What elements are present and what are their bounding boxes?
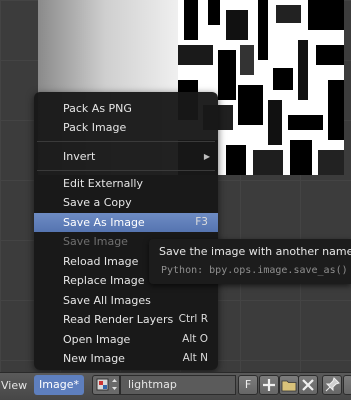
- menu-item-open-image[interactable]: Open Image Alt O: [34, 330, 218, 349]
- menu-item-edit-externally[interactable]: Edit Externally: [34, 174, 218, 193]
- menu-item-read-render-layers[interactable]: Read Render Layers Ctrl R: [34, 310, 218, 329]
- menu-item-pack-as-png[interactable]: Pack As PNG: [34, 99, 218, 118]
- menu-item-pack-image[interactable]: Pack Image: [34, 118, 218, 137]
- menu-image[interactable]: Image*: [34, 375, 84, 395]
- tooltip-description: Save the image with another name and/: [159, 245, 351, 258]
- menu-item-label: Reload Image: [63, 255, 139, 268]
- menu-item-label: New Image: [63, 352, 125, 365]
- menu-item-save-all-images[interactable]: Save All Images: [34, 291, 218, 310]
- menu-item-save-a-copy[interactable]: Save a Copy: [34, 193, 218, 212]
- unlink-image-button[interactable]: [298, 375, 318, 395]
- plus-icon: [263, 379, 275, 391]
- header-overflow-button[interactable]: [343, 375, 351, 395]
- menu-item-label: Read Render Layers: [63, 313, 174, 326]
- menu-item-shortcut: Ctrl R: [178, 313, 208, 325]
- image-context-menu: Pack As PNG Pack Image Invert ▶ Edit Exte…: [34, 92, 218, 370]
- menu-item-shortcut: Alt N: [182, 352, 208, 364]
- pin-icon: [325, 377, 340, 392]
- menu-item-label: Pack Image: [63, 121, 127, 134]
- menu-separator: [37, 141, 215, 142]
- image-browse-icon: [96, 378, 117, 391]
- image-editor-header: View Image* lightmap F: [0, 372, 351, 400]
- new-image-button[interactable]: [259, 375, 279, 395]
- menu-item-label: Replace Image: [63, 274, 145, 287]
- pin-button[interactable]: [322, 375, 342, 395]
- menu-item-shortcut: Alt O: [182, 333, 208, 345]
- menu-item-label: Pack As PNG: [63, 102, 132, 115]
- folder-icon: [281, 380, 297, 392]
- menu-item-save-as-image[interactable]: Save As Image F3: [34, 213, 218, 232]
- menu-item-label: Save Image: [63, 235, 128, 248]
- fake-user-button[interactable]: F: [238, 375, 258, 395]
- image-name-field[interactable]: lightmap: [120, 375, 236, 395]
- close-icon: [302, 379, 314, 391]
- menu-item-label: Edit Externally: [63, 177, 144, 190]
- menu-item-invert[interactable]: Invert ▶: [34, 147, 218, 166]
- menu-separator: [37, 170, 215, 171]
- menu-item-shortcut: F3: [195, 216, 208, 228]
- menu-item-new-image[interactable]: New Image Alt N: [34, 349, 218, 368]
- open-image-button[interactable]: [279, 375, 299, 395]
- menu-item-label: Invert: [63, 150, 96, 163]
- submenu-arrow-icon: ▶: [203, 152, 210, 161]
- image-browse-button[interactable]: [92, 375, 120, 395]
- menu-item-label: Save As Image: [63, 216, 145, 229]
- menu-item-label: Save a Copy: [63, 196, 132, 209]
- tooltip-python-path: Python: bpy.ops.image.save_as(): [161, 265, 348, 276]
- menu-view[interactable]: View: [1, 379, 27, 392]
- tooltip: Save the image with another name and/ Py…: [149, 239, 351, 284]
- menu-item-label: Save All Images: [63, 294, 151, 307]
- menu-item-label: Open Image: [63, 333, 131, 346]
